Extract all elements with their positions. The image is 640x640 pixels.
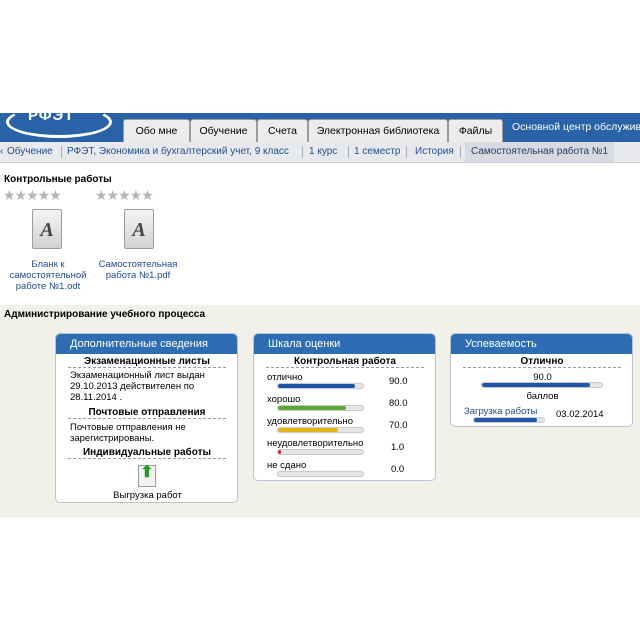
mail-text: Почтовые отправления не зарегистрированы… [70, 422, 186, 444]
logo-text: РФЭТ [28, 107, 75, 124]
panel-header: Дополнительные сведения [56, 334, 237, 354]
breadcrumb-semester[interactable]: 1 семестр [354, 142, 400, 162]
score-unit: баллов [526, 391, 559, 402]
exam-sheets-title: Экзаменационные листы [68, 356, 226, 368]
grade-bar [277, 427, 364, 433]
grading-scale-panel: Шкала оценки Контрольная работа отлично … [253, 333, 436, 481]
breadcrumb-divider [302, 146, 303, 158]
control-works-title: Контрольные работы [4, 174, 112, 185]
upload-works-link[interactable]: Выгрузка работ [56, 490, 237, 501]
service-center-link[interactable]: Основной центр обслужива [512, 121, 640, 133]
grade-bar-fill [278, 384, 355, 388]
grade-label: отлично [267, 372, 303, 383]
upload-bar-fill [474, 418, 537, 422]
breadcrumb-subject[interactable]: История [415, 142, 454, 162]
individual-works-title: Индивидуальные работы [68, 447, 226, 459]
breadcrumb-separator: ‹ [0, 146, 4, 157]
grade-bar-fill [278, 450, 281, 454]
rating-stars[interactable]: ★★★★★ [3, 187, 62, 204]
grade-label: не сдано [267, 460, 307, 471]
grade-value: 90.0 [389, 376, 408, 387]
pdf-document-icon[interactable]: A [124, 209, 154, 249]
grade-label: хорошо [267, 394, 301, 405]
additional-info-panel: Дополнительные сведения Экзаменационные … [55, 333, 238, 503]
breadcrumb-current: Самостоятельная работа №1 [465, 142, 615, 162]
tab-about-me[interactable]: Обо мне [123, 119, 190, 142]
panel-header: Успеваемость [451, 334, 632, 354]
grade-bar-fill [278, 406, 346, 410]
grade-bar [277, 405, 364, 411]
exam-sheet-text: Экзаменационный лист выдан 29.10.2013 де… [70, 370, 205, 403]
grade-value: 1.0 [391, 442, 405, 453]
mail-title: Почтовые отправления [68, 407, 226, 419]
grade-bar [277, 471, 364, 477]
document-icon[interactable]: A [32, 209, 62, 249]
breadcrumb-divider [61, 146, 62, 158]
tab-files[interactable]: Файлы [448, 119, 503, 142]
grade-value: 70.0 [389, 420, 408, 431]
grade-title: Отлично [463, 356, 621, 368]
breadcrumb-course[interactable]: 1 курс [309, 142, 337, 162]
grade-bar [277, 383, 364, 389]
upload-work-link[interactable]: Загрузка работы [464, 406, 537, 417]
file-link-pdf[interactable]: Самостоятельная работа №1.pdf [93, 259, 183, 281]
breadcrumb-divider [348, 146, 349, 158]
file-link-blank[interactable]: Бланк к самостоятельной работе №1.odt [0, 259, 96, 292]
tab-accounts[interactable]: Счета [257, 119, 308, 142]
admin-title: Администрирование учебного процесса [4, 309, 206, 320]
tab-education[interactable]: Обучение [190, 119, 257, 142]
control-work-subtitle: Контрольная работа [266, 356, 424, 368]
progress-panel: Успеваемость Отлично 90.0 баллов Загрузк… [450, 333, 633, 427]
upload-icon[interactable]: ⬆ [138, 465, 156, 487]
grade-label: неудовлетворительно [267, 438, 364, 449]
grade-value: 80.0 [389, 398, 408, 409]
score-bar [481, 382, 603, 388]
upload-bar [473, 417, 545, 423]
breadcrumb-education[interactable]: Обучение [7, 142, 53, 162]
grade-value: 0.0 [391, 464, 405, 475]
upload-date: 03.02.2014 [556, 409, 604, 420]
panel-header: Шкала оценки [254, 334, 435, 354]
breadcrumb-program[interactable]: РФЭТ, Экономика и бухгалтерский учет, 9 … [67, 142, 289, 162]
grade-bar-fill [278, 428, 338, 432]
rating-stars[interactable]: ★★★★★ [95, 187, 154, 204]
score-bar-fill [482, 383, 590, 387]
breadcrumb-divider [406, 146, 407, 158]
grade-label: удовлетворительно [267, 416, 354, 427]
grade-bar [277, 449, 364, 455]
breadcrumb-divider [460, 146, 461, 158]
tab-library[interactable]: Электронная библиотека [308, 119, 448, 142]
